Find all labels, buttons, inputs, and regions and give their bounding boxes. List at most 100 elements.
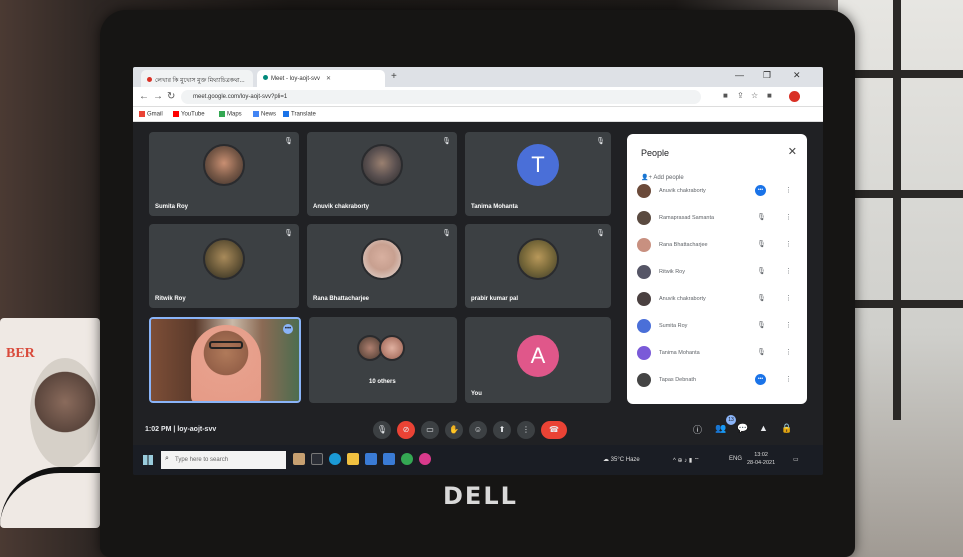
- task-view-icon[interactable]: [311, 453, 323, 465]
- file-explorer-icon[interactable]: [347, 453, 359, 465]
- people-icon[interactable]: 👥: [715, 423, 726, 434]
- activities-icon[interactable]: ▲: [759, 423, 768, 433]
- star-icon[interactable]: ☆: [751, 91, 758, 100]
- address-bar: ← → ↻ meet.google.com/loy-aojt-svv?pli=1…: [133, 87, 823, 107]
- chrome-icon[interactable]: [401, 453, 413, 465]
- leave-call-button[interactable]: ☎: [541, 421, 567, 439]
- info-icon[interactable]: ⓘ: [693, 423, 702, 436]
- emoji-button[interactable]: ☺: [469, 421, 487, 439]
- edge-icon[interactable]: [329, 453, 341, 465]
- store-icon[interactable]: [365, 453, 377, 465]
- speaking-indicator-icon: •••: [283, 324, 293, 334]
- participant-tile[interactable]: 🎙 Rana Bhattacharjee: [307, 224, 457, 308]
- mic-off-icon: 🎙: [284, 230, 293, 237]
- reload-icon[interactable]: ↻: [167, 91, 175, 102]
- maximize-icon[interactable]: ❐: [763, 70, 771, 81]
- mic-off-icon: 🎙: [596, 138, 605, 145]
- more-options-icon[interactable]: ⋮: [785, 348, 792, 356]
- language-indicator[interactable]: ENG: [729, 456, 742, 462]
- participant-row[interactable]: Tapas Debnath ••• ⋮: [637, 371, 797, 391]
- camera-off-button[interactable]: ⊘: [397, 421, 415, 439]
- more-options-icon[interactable]: ⋮: [785, 240, 792, 248]
- notifications-icon[interactable]: ▭: [793, 456, 799, 463]
- participant-tile[interactable]: 🎙 Ritwik Roy: [149, 224, 299, 308]
- tab-label: লেখার কি মুখোস মুক্ত মিথ্যাচিত্রকথা...: [155, 78, 245, 84]
- close-window-icon[interactable]: ✕: [793, 70, 801, 81]
- participant-row[interactable]: Tanima Mohanta 🎙 ⋮: [637, 344, 797, 364]
- tab-close-icon[interactable]: ✕: [326, 76, 331, 82]
- participant-name: Anuvik chakraborty: [659, 188, 706, 194]
- cortana-icon[interactable]: [293, 453, 305, 465]
- weather-widget[interactable]: ☁ 35°C Haze: [603, 456, 640, 463]
- video-speaker: [191, 325, 261, 401]
- browser-tab-2[interactable]: Meet - loy-aojt-svv ✕: [257, 70, 385, 87]
- others-tile[interactable]: 10 others: [309, 317, 457, 403]
- captions-button[interactable]: ▭: [421, 421, 439, 439]
- camera-icon[interactable]: ■: [723, 91, 728, 100]
- mic-button[interactable]: 🎙: [373, 421, 391, 439]
- mic-off-icon: 🎙: [442, 138, 451, 145]
- add-people-button[interactable]: 👤+ Add people: [641, 174, 684, 181]
- mic-off-icon: 🎙: [757, 214, 766, 221]
- bookmark-label: Gmail: [147, 111, 163, 118]
- close-icon[interactable]: ✕: [788, 145, 797, 158]
- more-options-icon[interactable]: ⋮: [785, 267, 792, 275]
- participant-row[interactable]: Ritwik Roy 🎙 ⋮: [637, 263, 797, 283]
- maps-icon: [219, 111, 225, 117]
- dell-logo: DELL: [443, 482, 518, 510]
- more-options-icon[interactable]: ⋮: [785, 186, 792, 194]
- bookmark-news[interactable]: News: [253, 111, 276, 118]
- bookmark-gmail[interactable]: Gmail: [139, 111, 163, 118]
- participant-tile[interactable]: T 🎙 Tanima Mohanta: [465, 132, 611, 216]
- bookmark-translate[interactable]: Translate: [283, 111, 316, 118]
- url-field[interactable]: meet.google.com/loy-aojt-svv?pli=1: [181, 90, 701, 104]
- participant-tile[interactable]: 🎙 Anuvik chakraborty: [307, 132, 457, 216]
- raise-hand-button[interactable]: ✋: [445, 421, 463, 439]
- participant-tile[interactable]: 🎙 Sumita Roy: [149, 132, 299, 216]
- participant-row[interactable]: Anuvik chakraborty 🎙 ⋮: [637, 290, 797, 310]
- participant-name: Ramaprasad Samanta: [659, 215, 715, 221]
- participant-row[interactable]: Ramaprasad Samanta 🎙 ⋮: [637, 209, 797, 229]
- more-options-icon[interactable]: ⋮: [785, 213, 792, 221]
- participant-count-badge: 13: [726, 415, 736, 425]
- new-tab-button[interactable]: +: [391, 71, 397, 82]
- bookmark-maps[interactable]: Maps: [219, 111, 242, 118]
- present-button[interactable]: ⬆: [493, 421, 511, 439]
- participant-row[interactable]: Anuvik chakraborty ••• ⋮: [637, 182, 797, 202]
- app-icon[interactable]: [419, 453, 431, 465]
- translate-icon: [283, 111, 289, 117]
- extensions-icon[interactable]: ■: [767, 91, 772, 100]
- taskbar-clock[interactable]: 13:02 28-04-2021: [747, 451, 775, 467]
- browser-tab-1[interactable]: লেখার কি মুখোস মুক্ত মিথ্যাচিত্রকথা...: [141, 70, 253, 87]
- more-options-icon[interactable]: ⋮: [785, 375, 792, 383]
- mic-off-icon: 🎙: [757, 268, 766, 275]
- taskbar-search[interactable]: ⌕ Type here to search: [161, 451, 286, 469]
- more-options-button[interactable]: ⋮: [517, 421, 535, 439]
- participant-tile[interactable]: 🎙 prabir kumar pal: [465, 224, 611, 308]
- bookmark-youtube[interactable]: YouTube: [173, 111, 205, 118]
- mic-off-icon: 🎙: [757, 241, 766, 248]
- host-controls-icon[interactable]: 🔒: [781, 423, 792, 434]
- participant-row[interactable]: Sumita Roy 🎙 ⋮: [637, 317, 797, 337]
- self-tile[interactable]: A You: [465, 317, 611, 403]
- meeting-code: loy-aojt-svv: [177, 426, 217, 433]
- forward-icon[interactable]: →: [153, 91, 163, 102]
- browser-tab-bar: লেখার কি মুখোস মুক্ত মিথ্যাচিত্রকথা... M…: [133, 67, 823, 87]
- participant-row[interactable]: Rana Bhattacharjee 🎙 ⋮: [637, 236, 797, 256]
- profile-avatar[interactable]: [789, 91, 800, 102]
- avatar: [637, 373, 651, 387]
- minimize-icon[interactable]: —: [735, 70, 744, 80]
- share-icon[interactable]: ⇪: [737, 91, 744, 100]
- avatar: [361, 144, 403, 186]
- mail-icon[interactable]: [383, 453, 395, 465]
- mic-off-icon: 🎙: [442, 230, 451, 237]
- meet-stage: 🎙 Sumita Roy 🎙 Anuvik chakraborty T 🎙 Ta…: [133, 122, 823, 415]
- active-video-tile[interactable]: •••: [149, 317, 301, 403]
- avatar: [361, 238, 403, 280]
- back-icon[interactable]: ←: [139, 91, 149, 102]
- windows-start-icon[interactable]: [143, 455, 153, 465]
- more-options-icon[interactable]: ⋮: [785, 321, 792, 329]
- system-tray-icons[interactable]: ^ ⊕ ♪ ▮ ⌔: [673, 456, 699, 464]
- more-options-icon[interactable]: ⋮: [785, 294, 792, 302]
- chat-icon[interactable]: 💬: [737, 423, 748, 434]
